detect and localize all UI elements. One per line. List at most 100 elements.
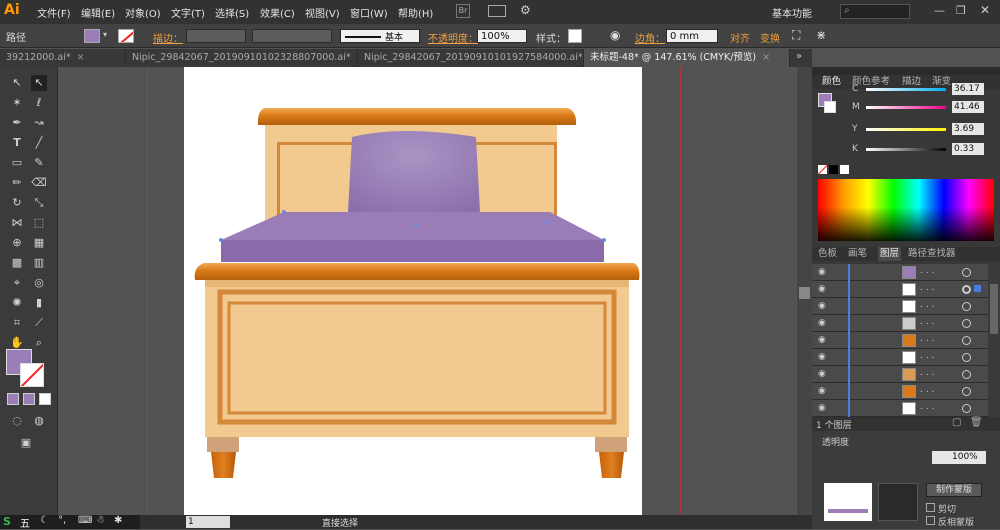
- menu-edit[interactable]: 编辑(E): [81, 5, 115, 20]
- search-input[interactable]: ⌕: [840, 4, 910, 19]
- channel-m-value[interactable]: 41.46: [952, 101, 984, 113]
- layer-name[interactable]: . . .: [920, 402, 934, 412]
- isolate-icon[interactable]: ⛶: [792, 28, 800, 43]
- blanket-front[interactable]: [221, 240, 604, 262]
- target-circle-icon[interactable]: [962, 285, 971, 294]
- magic-wand-icon[interactable]: ✶: [9, 95, 25, 111]
- channel-y-slider[interactable]: [866, 128, 946, 131]
- tab-document-active[interactable]: 未标题-48* @ 147.61% (CMYK/预览) ×: [584, 49, 790, 67]
- target-circle-icon[interactable]: [962, 336, 971, 345]
- close-icon[interactable]: ×: [762, 52, 770, 63]
- target-circle-icon[interactable]: [962, 387, 971, 396]
- opacity-field[interactable]: 100%: [477, 29, 527, 43]
- tab-document-2[interactable]: Nipic_29842067_20190910102328807000.ai*×: [126, 49, 358, 67]
- menu-type[interactable]: 文字(T): [171, 5, 205, 20]
- target-circle-icon[interactable]: [962, 302, 971, 311]
- target-circle-icon[interactable]: [962, 370, 971, 379]
- menu-select[interactable]: 选择(S): [215, 5, 249, 20]
- layer-row[interactable]: ◉ . . .: [812, 349, 988, 366]
- layer-name[interactable]: . . .: [920, 368, 934, 378]
- corner-label[interactable]: 边角：: [635, 30, 665, 45]
- arrange-docs-icon[interactable]: [488, 5, 506, 17]
- color-spectrum[interactable]: [818, 179, 994, 241]
- punctuation-icon[interactable]: °,: [58, 515, 66, 526]
- draw-inside-icon[interactable]: ◍: [31, 413, 47, 429]
- menu-object[interactable]: 对象(O): [125, 5, 161, 20]
- transform-link[interactable]: 变换: [760, 30, 780, 45]
- variable-width-field[interactable]: [252, 29, 332, 43]
- tabs-overflow-icon[interactable]: »: [796, 51, 802, 62]
- visibility-eye-icon[interactable]: ◉: [818, 352, 830, 362]
- opacity-label[interactable]: 不透明度：: [428, 30, 478, 45]
- visibility-eye-icon[interactable]: ◉: [818, 369, 830, 379]
- invert-mask-checkbox[interactable]: [926, 516, 935, 525]
- gradient-tool-icon[interactable]: ▥: [31, 255, 47, 271]
- minimize-icon[interactable]: —: [934, 4, 945, 17]
- none-swatch[interactable]: [818, 165, 827, 174]
- mask-thumbnail[interactable]: [878, 483, 918, 521]
- moon-icon[interactable]: ☾: [40, 515, 49, 526]
- stroke-label[interactable]: 描边：: [153, 30, 183, 45]
- layer-name[interactable]: . . .: [920, 334, 934, 344]
- screen-mode-icon[interactable]: ▣: [18, 435, 34, 451]
- keyboard-icon[interactable]: ⌨: [78, 515, 92, 526]
- close-icon[interactable]: ✕: [980, 3, 990, 17]
- layer-row[interactable]: ◉ . . .: [812, 400, 988, 417]
- artboard-tool-icon[interactable]: ⌗: [9, 315, 25, 331]
- menu-file[interactable]: 文件(F): [37, 5, 71, 20]
- perspective-grid-icon[interactable]: ▦: [31, 235, 47, 251]
- draw-mode-icon[interactable]: ◌: [9, 413, 25, 429]
- layer-name[interactable]: . . .: [920, 300, 934, 310]
- symbol-sprayer-icon[interactable]: ✺: [9, 295, 25, 311]
- make-mask-button[interactable]: 制作蒙版: [926, 483, 982, 497]
- layer-row[interactable]: ◉ . . .: [812, 281, 988, 298]
- color-mode-button[interactable]: [7, 393, 19, 405]
- selection-tool-icon[interactable]: ↖: [9, 75, 25, 91]
- layer-name[interactable]: . . .: [920, 317, 934, 327]
- tab-layers[interactable]: 图层: [878, 247, 902, 261]
- chevron-down-icon[interactable]: ▾: [103, 30, 107, 39]
- gpu-icon[interactable]: ⚙: [520, 3, 531, 17]
- headboard-top-rail[interactable]: [257, 108, 577, 125]
- leg-left[interactable]: [211, 452, 236, 478]
- fill-swatch[interactable]: [84, 29, 100, 43]
- align-link[interactable]: 对齐: [730, 30, 750, 45]
- curvature-tool-icon[interactable]: ↝: [31, 115, 47, 131]
- leg-right[interactable]: [599, 452, 624, 478]
- layer-row[interactable]: ◉ . . .: [812, 315, 988, 332]
- layer-row[interactable]: ◉ . . .: [812, 383, 988, 400]
- white-swatch[interactable]: [840, 165, 849, 174]
- page-number-field[interactable]: 1: [186, 516, 230, 528]
- layers-scrollbar[interactable]: [988, 264, 1000, 417]
- line-tool-icon[interactable]: ╱: [31, 135, 47, 151]
- recolor-icon[interactable]: ◉: [610, 28, 620, 42]
- lasso-icon[interactable]: ℓ: [31, 95, 47, 111]
- settings-icon[interactable]: ✱: [114, 515, 122, 526]
- layer-name[interactable]: . . .: [920, 385, 934, 395]
- channel-c-slider[interactable]: [866, 88, 946, 91]
- close-icon[interactable]: ×: [77, 52, 85, 63]
- column-graph-icon[interactable]: ▮: [31, 295, 47, 311]
- layer-name[interactable]: . . .: [920, 283, 934, 293]
- tab-brushes[interactable]: 画笔: [848, 247, 867, 261]
- gradient-mode-button[interactable]: [23, 393, 35, 405]
- mesh-tool-icon[interactable]: ▩: [9, 255, 25, 271]
- graphic-style-swatch[interactable]: [568, 29, 582, 43]
- visibility-eye-icon[interactable]: ◉: [818, 386, 830, 396]
- pen-tool-icon[interactable]: ✒: [9, 115, 25, 131]
- tab-pathfinder[interactable]: 路径查找器: [908, 247, 956, 261]
- visibility-eye-icon[interactable]: ◉: [818, 318, 830, 328]
- target-circle-icon[interactable]: [962, 319, 971, 328]
- vertical-scrollbar[interactable]: [797, 67, 812, 519]
- menu-effect[interactable]: 效果(C): [260, 5, 295, 20]
- footboard-top-rail[interactable]: [194, 263, 640, 280]
- clip-checkbox[interactable]: [926, 503, 935, 512]
- delete-layer-icon[interactable]: 🗑: [970, 417, 983, 428]
- paintbrush-icon[interactable]: ✎: [31, 155, 47, 171]
- layer-row[interactable]: ◉ . . .: [812, 264, 988, 281]
- stroke-color-box[interactable]: [20, 363, 44, 387]
- bridge-icon[interactable]: Br: [456, 4, 470, 18]
- channel-k-slider[interactable]: [866, 148, 946, 151]
- pillow[interactable]: [348, 131, 480, 212]
- rotate-tool-icon[interactable]: ↻: [9, 195, 25, 211]
